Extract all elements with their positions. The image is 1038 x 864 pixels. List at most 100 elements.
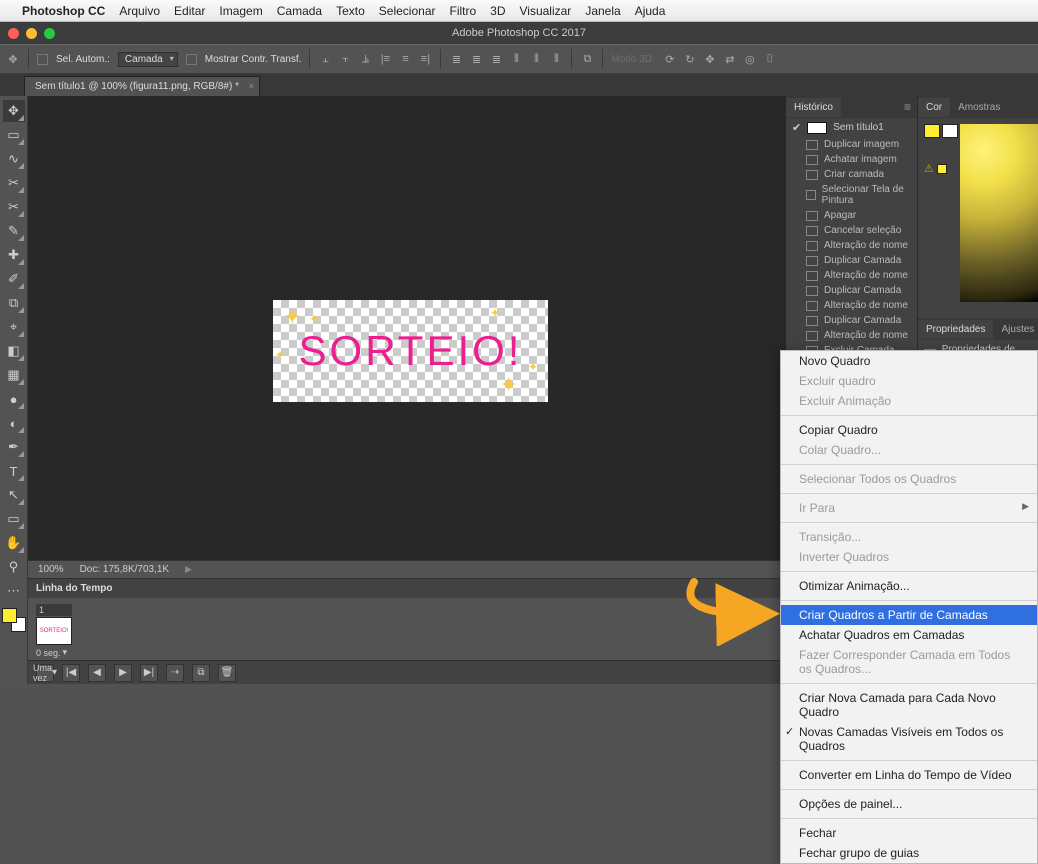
menu-item[interactable]: Converter em Linha do Tempo de Vídeo xyxy=(781,765,1037,785)
path-select-tool[interactable]: ↖ xyxy=(3,484,25,506)
menu-item[interactable]: Copiar Quadro xyxy=(781,420,1037,440)
menu-janela[interactable]: Janela xyxy=(585,4,620,18)
background-color-swatch[interactable] xyxy=(942,124,958,138)
type-tool[interactable]: T xyxy=(3,460,25,482)
align-left-icon[interactable]: |≡ xyxy=(378,52,392,66)
menu-imagem[interactable]: Imagem xyxy=(219,4,262,18)
document-canvas[interactable]: ✦ ✦ ✦ SORTEIO! ✦ ✦ ✦ xyxy=(273,300,548,402)
menu-item[interactable]: Fechar xyxy=(781,823,1037,843)
tab-color[interactable]: Cor xyxy=(918,98,950,117)
eyedropper-tool[interactable]: ✎ xyxy=(3,220,25,242)
zoom-level[interactable]: 100% xyxy=(38,564,64,575)
play-button[interactable]: ▶ xyxy=(114,664,132,682)
tab-swatches[interactable]: Amostras xyxy=(950,98,1008,117)
hand-tool[interactable]: ✋ xyxy=(3,532,25,554)
shape-tool[interactable]: ▭ xyxy=(3,508,25,530)
foreground-color-swatch[interactable] xyxy=(924,124,940,138)
menu-item[interactable]: Achatar Quadros em Camadas xyxy=(781,625,1037,645)
gamut-warning-icon[interactable]: ⚠ xyxy=(924,162,934,175)
dist-vcenter-icon[interactable]: ≣ xyxy=(469,52,483,66)
canvas-stage[interactable]: ✦ ✦ ✦ SORTEIO! ✦ ✦ ✦ xyxy=(28,96,786,560)
history-step[interactable]: Duplicar Camada xyxy=(786,253,917,268)
menu-item[interactable]: Criar Nova Camada para Cada Novo Quadro xyxy=(781,688,1037,722)
first-frame-button[interactable]: |◀ xyxy=(62,664,80,682)
edit-toolbar[interactable]: ⋯ xyxy=(3,580,25,602)
gradient-tool[interactable]: ▦ xyxy=(3,364,25,386)
history-step[interactable]: Apagar xyxy=(786,208,917,223)
healing-tool[interactable]: ✚ xyxy=(3,244,25,266)
duplicate-frame-button[interactable]: ⧉ xyxy=(192,664,210,682)
align-right-icon[interactable]: ≡| xyxy=(418,52,432,66)
move-tool[interactable]: ✥ xyxy=(3,100,25,122)
pen-tool[interactable]: ✒ xyxy=(3,436,25,458)
history-step[interactable]: Cancelar seleção xyxy=(786,223,917,238)
brush-tool[interactable]: ✐ xyxy=(3,268,25,290)
auto-align-icon[interactable]: ⧉ xyxy=(580,52,594,66)
history-step[interactable]: Alteração de nome xyxy=(786,328,917,343)
next-frame-button[interactable]: ▶| xyxy=(140,664,158,682)
clone-stamp-tool[interactable]: ⧉ xyxy=(3,292,25,314)
dist-right-icon[interactable]: ⦀ xyxy=(549,52,563,66)
timeline-frame[interactable]: 1 SORTEIO! 0 seg. ▾ xyxy=(36,604,72,658)
dodge-tool[interactable]: ◐ xyxy=(3,412,25,434)
menu-item[interactable]: Criar Quadros a Partir de Camadas xyxy=(781,605,1037,625)
menu-item[interactable]: Fechar grupo de guias xyxy=(781,843,1037,863)
document-tab[interactable]: Sem título1 @ 100% (figura11.png, RGB/8#… xyxy=(24,76,260,96)
dist-left-icon[interactable]: ⦀ xyxy=(509,52,523,66)
zoom-tool[interactable]: ⚲ xyxy=(3,556,25,578)
timeline-loop-dropdown[interactable]: Uma vez ▾ xyxy=(36,664,54,682)
menu-texto[interactable]: Texto xyxy=(336,4,365,18)
menu-visualizar[interactable]: Visualizar xyxy=(520,4,572,18)
prev-frame-button[interactable]: ◀ xyxy=(88,664,106,682)
align-top-icon[interactable]: ⫠ xyxy=(318,52,332,66)
eraser-tool[interactable]: ◧ xyxy=(3,340,25,362)
menu-3d[interactable]: 3D xyxy=(490,4,505,18)
tab-adjustments[interactable]: Ajustes xyxy=(993,320,1038,339)
align-bottom-icon[interactable]: ⫡ xyxy=(358,52,372,66)
auto-select-checkbox[interactable] xyxy=(37,54,48,65)
history-step[interactable]: Achatar imagem xyxy=(786,152,917,167)
menu-selecionar[interactable]: Selecionar xyxy=(379,4,436,18)
dist-top-icon[interactable]: ≣ xyxy=(449,52,463,66)
doc-info[interactable]: Doc: 175,8K/703,1K xyxy=(80,564,170,575)
dist-hcenter-icon[interactable]: ⦀ xyxy=(529,52,543,66)
window-maximize-button[interactable] xyxy=(44,28,55,39)
history-brush-source-icon[interactable]: ✔ xyxy=(792,121,801,134)
marquee-tool[interactable]: ▭ xyxy=(3,124,25,146)
panel-menu-icon[interactable]: ≡ xyxy=(898,100,917,114)
menu-item[interactable]: Otimizar Animação... xyxy=(781,576,1037,596)
history-snapshot[interactable]: ✔ Sem título1 xyxy=(786,118,917,137)
tween-button[interactable]: ⇢ xyxy=(166,664,184,682)
delete-frame-button[interactable]: 🗑 xyxy=(218,664,236,682)
app-menu[interactable]: Photoshop CC xyxy=(22,4,105,18)
history-step[interactable]: Alteração de nome xyxy=(786,238,917,253)
history-step[interactable]: Alteração de nome xyxy=(786,298,917,313)
align-hcenter-icon[interactable]: ≡ xyxy=(398,52,412,66)
doc-info-flyout-icon[interactable]: ▶ xyxy=(185,564,192,575)
history-step[interactable]: Selecionar Tela de Pintura xyxy=(786,182,917,208)
history-step[interactable]: Duplicar Camada xyxy=(786,313,917,328)
menu-item[interactable]: Opções de painel... xyxy=(781,794,1037,814)
dist-bottom-icon[interactable]: ≣ xyxy=(489,52,503,66)
show-transform-checkbox[interactable] xyxy=(186,54,197,65)
blur-tool[interactable]: ● xyxy=(3,388,25,410)
auto-select-dropdown[interactable]: Camada xyxy=(118,52,178,67)
foreground-swatch[interactable] xyxy=(2,608,17,623)
color-cube-picker[interactable] xyxy=(960,124,1038,302)
history-step[interactable]: Duplicar Camada xyxy=(786,283,917,298)
menu-item[interactable]: Novo Quadro xyxy=(781,351,1037,371)
fg-bg-swatches[interactable] xyxy=(2,608,26,632)
close-document-icon[interactable]: × xyxy=(249,81,254,91)
timeline-flyout-menu[interactable]: Novo QuadroExcluir quadroExcluir Animaçã… xyxy=(780,350,1038,864)
tab-history[interactable]: Histórico xyxy=(786,98,841,117)
quick-select-tool[interactable]: ✂ xyxy=(3,172,25,194)
menu-camada[interactable]: Camada xyxy=(277,4,322,18)
window-minimize-button[interactable] xyxy=(26,28,37,39)
timeline-panel-tab[interactable]: Linha do Tempo xyxy=(28,578,786,598)
history-step[interactable]: Alteração de nome xyxy=(786,268,917,283)
window-close-button[interactable] xyxy=(8,28,19,39)
gamut-closest-swatch[interactable] xyxy=(937,164,947,174)
lasso-tool[interactable]: ∿ xyxy=(3,148,25,170)
tab-properties[interactable]: Propriedades xyxy=(918,320,993,339)
menu-editar[interactable]: Editar xyxy=(174,4,205,18)
